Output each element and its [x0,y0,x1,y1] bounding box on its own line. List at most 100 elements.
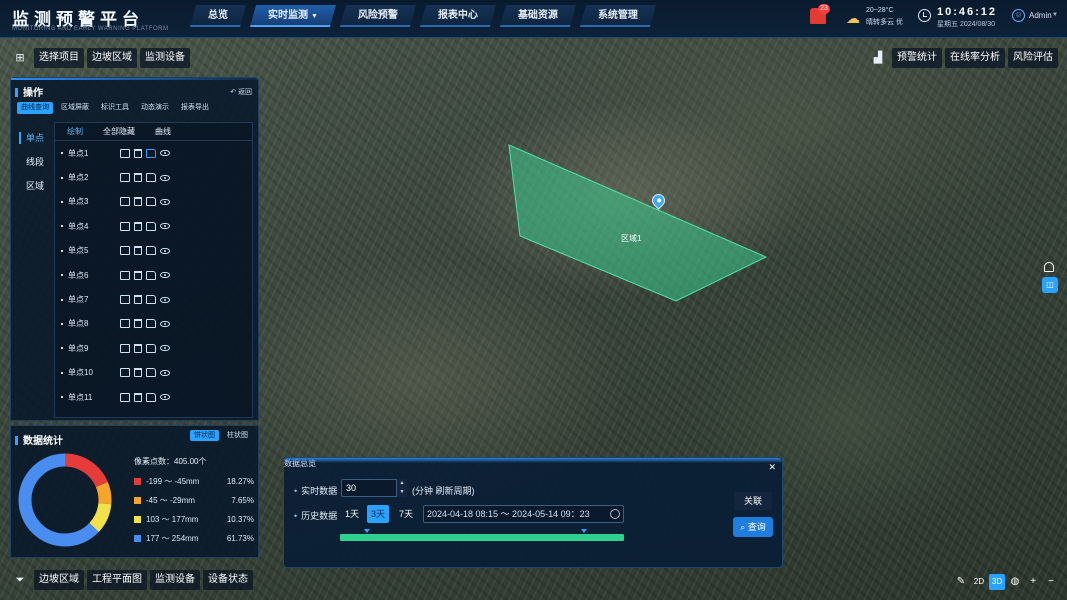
bell-icon[interactable] [1044,262,1054,272]
user-name[interactable]: Admin [1029,11,1052,20]
edit-icon[interactable] [146,368,156,378]
tab-area[interactable]: 区域 [17,174,53,198]
save-icon[interactable] [120,246,130,256]
delete-icon[interactable] [134,246,142,256]
delete-icon[interactable] [134,197,142,207]
slope-area-button[interactable]: 边坡区域 [87,48,137,68]
nav-base-resources[interactable]: 基础资源 [500,5,576,27]
tab-pie-chart[interactable]: 饼状图 [190,430,219,441]
view-3d-button[interactable]: 3D [989,574,1005,590]
curve-button[interactable]: 曲线 [155,123,171,140]
relate-button[interactable]: 关联 [734,492,772,510]
save-icon[interactable] [120,295,130,305]
back-button[interactable]: ↶ 返回 [230,87,252,97]
edit-icon[interactable] [146,392,156,402]
save-icon[interactable] [120,392,130,402]
nav-realtime-monitor[interactable]: 实时监测 ▼ [250,5,336,27]
list-item[interactable]: 单点6 [55,263,252,287]
save-icon[interactable] [120,148,130,158]
edit-icon[interactable] [146,319,156,329]
nav-system-admin[interactable]: 系统管理 [580,5,656,27]
list-item[interactable]: 单点1 [55,141,252,165]
tab-bar-chart[interactable]: 柱状图 [223,430,252,441]
range-7day-button[interactable]: 7天 [395,505,417,523]
delete-icon[interactable] [134,392,142,402]
edit-icon[interactable] [146,197,156,207]
range-1day-button[interactable]: 1天 [341,505,363,523]
eye-icon[interactable] [160,296,170,303]
site-plan-button[interactable]: 工程平面图 [87,570,147,590]
eye-icon[interactable] [160,345,170,352]
zoom-in-icon[interactable]: + [1025,574,1041,590]
overview-slider-track[interactable] [340,534,624,541]
edit-icon[interactable] [146,246,156,256]
eye-icon[interactable] [160,223,170,230]
warning-stats-button[interactable]: 预警统计 [892,48,942,68]
draw-button[interactable]: 绘制 [67,123,83,140]
delete-icon[interactable] [134,343,142,353]
compare-icon[interactable]: ◫ [1042,277,1058,293]
close-icon[interactable]: ✕ [768,462,776,473]
slider-handle-start[interactable] [364,529,370,533]
tab-line[interactable]: 线段 [17,150,53,174]
edit-icon[interactable] [146,295,156,305]
eye-icon[interactable] [160,150,170,157]
range-3day-button[interactable]: 3天 [367,505,389,523]
list-item[interactable]: 单点3 [55,190,252,214]
eye-icon[interactable] [160,272,170,279]
list-item[interactable]: 单点9 [55,336,252,360]
list-item[interactable]: 单点4 [55,214,252,238]
delete-icon[interactable] [134,173,142,183]
slider-handle-end[interactable] [581,529,587,533]
eye-icon[interactable] [160,247,170,254]
user-icon[interactable]: ☺ [1012,9,1025,22]
tab-marker-tool[interactable]: 标识工具 [97,102,133,114]
chevron-down-icon[interactable]: ▼ [1052,12,1058,18]
nav-overview[interactable]: 总览 [190,5,246,27]
tab-dynamic-demo[interactable]: 动态演示 [137,102,173,114]
edit-icon[interactable] [146,148,156,158]
edit-icon[interactable] [146,343,156,353]
tree-icon[interactable]: ⊞ [10,48,30,68]
eye-icon[interactable] [160,320,170,327]
online-rate-button[interactable]: 在线率分析 [945,48,1005,68]
list-item[interactable]: 单点8 [55,312,252,336]
eye-icon[interactable] [160,198,170,205]
nav-report-center[interactable]: 报表中心 [420,5,496,27]
date-range-input[interactable]: 2024-04-18 08:15 ～ 2024-05-14 09：23 [423,505,624,523]
delete-icon[interactable] [134,319,142,329]
globe-icon[interactable]: ◍ [1007,574,1023,590]
device-status-button[interactable]: 设备状态 [203,570,253,590]
view-2d-button[interactable]: 2D [971,574,987,590]
eye-icon[interactable] [160,394,170,401]
save-icon[interactable] [120,221,130,231]
delete-icon[interactable] [134,270,142,280]
edit-icon[interactable] [146,173,156,183]
tab-point[interactable]: 单点 [17,126,53,150]
slope-area-layer-button[interactable]: 边坡区域 [34,570,84,590]
monitor-device-button[interactable]: 监测设备 [140,48,190,68]
list-item[interactable]: 单点2 [55,165,252,189]
filter-icon[interactable]: ⏷ [10,570,30,590]
list-item[interactable]: 单点10 [55,361,252,385]
delete-icon[interactable] [134,368,142,378]
monitor-device-layer-button[interactable]: 监测设备 [150,570,200,590]
tab-region-mask[interactable]: 区域屏蔽 [57,102,93,114]
save-icon[interactable] [120,197,130,207]
select-project-button[interactable]: 选择项目 [34,48,84,68]
list-item[interactable]: 单点5 [55,239,252,263]
chart-icon[interactable]: ▟ [868,48,888,68]
delete-icon[interactable] [134,221,142,231]
clock-icon[interactable] [610,509,620,519]
tab-curve-query[interactable]: 曲线查询 [17,102,53,114]
eye-icon[interactable] [160,174,170,181]
save-icon[interactable] [120,319,130,329]
save-icon[interactable] [120,270,130,280]
nav-risk-warning[interactable]: 风险预警 [340,5,416,27]
edit-icon[interactable] [146,270,156,280]
ruler-icon[interactable]: ✎ [953,574,969,590]
hide-all-button[interactable]: 全部隐藏 [103,123,135,140]
risk-assessment-button[interactable]: 风险评估 [1008,48,1058,68]
save-icon[interactable] [120,343,130,353]
save-icon[interactable] [120,173,130,183]
